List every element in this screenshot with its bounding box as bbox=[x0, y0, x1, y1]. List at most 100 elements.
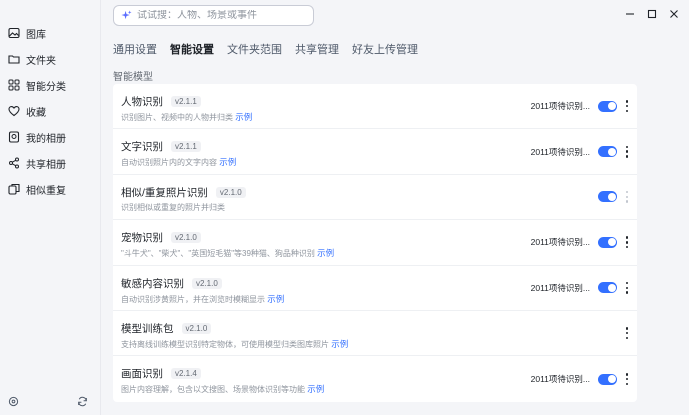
sidebar-item-shared-albums[interactable]: 共享相册 bbox=[0, 152, 100, 174]
list-item: 画面识别 v2.1.4 图片内容理解，包含以文搜图、场景物体识别等功能 示例 2… bbox=[113, 356, 637, 401]
model-title: 人物识别 bbox=[121, 96, 163, 108]
sidebar-item-label: 收藏 bbox=[26, 107, 46, 119]
folder-icon bbox=[8, 55, 20, 64]
sidebar-item-label: 图库 bbox=[26, 29, 46, 41]
enable-toggle[interactable] bbox=[598, 282, 617, 294]
tab-friend-upload[interactable]: 好友上传管理 bbox=[352, 41, 418, 57]
more-icon[interactable] bbox=[625, 281, 629, 294]
tab-general[interactable]: 通用设置 bbox=[113, 41, 157, 57]
more-icon[interactable] bbox=[625, 145, 629, 158]
example-link[interactable]: 示例 bbox=[267, 294, 284, 304]
model-desc-wrap: 识别相似或重复的照片并归类 bbox=[121, 202, 225, 213]
row-actions bbox=[598, 175, 629, 219]
search-input[interactable] bbox=[137, 10, 307, 21]
row-actions: 2011项待识别... bbox=[531, 356, 629, 401]
row-actions: 2011项待识别... bbox=[531, 129, 629, 173]
sidebar-item-my-albums[interactable]: 我的相册 bbox=[0, 126, 100, 148]
enable-toggle[interactable] bbox=[598, 236, 617, 248]
maximize-icon[interactable] bbox=[647, 9, 657, 19]
sidebar-item-label: 共享相册 bbox=[26, 159, 66, 171]
model-desc-wrap: "斗牛犬"、"柴犬"、"英国短毛猫"等39种猫、狗品种识别 示例 bbox=[121, 247, 334, 259]
enable-toggle[interactable] bbox=[598, 191, 617, 203]
model-desc-wrap: 支持离线训练模型识别特定物体，可使用模型归类图库照片 示例 bbox=[121, 338, 348, 350]
example-link[interactable]: 示例 bbox=[235, 112, 252, 122]
model-desc-wrap: 自动识别照片内的文字内容 示例 bbox=[121, 156, 236, 168]
model-title-wrap: 模型训练包 v2.1.0 bbox=[121, 321, 212, 336]
sidebar-footer bbox=[0, 396, 100, 407]
enable-toggle[interactable] bbox=[598, 100, 617, 112]
close-icon[interactable] bbox=[669, 9, 679, 19]
version-badge: v2.1.0 bbox=[215, 186, 246, 198]
sidebar-item-label: 我的相册 bbox=[26, 133, 66, 145]
section-label: 智能模型 bbox=[113, 72, 153, 83]
tab-smart[interactable]: 智能设置 bbox=[170, 41, 214, 57]
version-badge: v2.1.0 bbox=[192, 277, 222, 289]
sidebar-item-favorites[interactable]: 收藏 bbox=[0, 100, 100, 122]
model-desc: 识别相似或重复的照片并归类 bbox=[121, 202, 225, 212]
sync-icon[interactable] bbox=[77, 396, 88, 407]
model-title: 相似/重复照片识别 bbox=[121, 186, 208, 199]
more-icon[interactable] bbox=[625, 100, 629, 113]
model-desc: 自动识别涉黄照片，并在浏览时模糊显示 bbox=[121, 294, 265, 304]
list-item: 人物识别 v2.1.1 识别图片、视频中的人物并归类 示例 2011项待识别..… bbox=[113, 84, 637, 130]
model-title-wrap: 画面识别 v2.1.4 bbox=[121, 366, 201, 381]
list-item: 文字识别 v2.1.1 自动识别照片内的文字内容 示例 2011项待识别... bbox=[113, 129, 637, 175]
sidebar-item-label: 相似重复 bbox=[26, 185, 66, 197]
tab-folder-scope[interactable]: 文件夹范围 bbox=[227, 41, 282, 57]
sparkle-icon bbox=[121, 10, 132, 20]
version-badge: v2.1.1 bbox=[171, 141, 201, 153]
row-actions: 2011项待识别... bbox=[531, 220, 629, 264]
model-title: 宠物识别 bbox=[121, 232, 163, 245]
settings-tabs: 通用设置 智能设置 文件夹范围 共享管理 好友上传管理 bbox=[113, 41, 418, 57]
sidebar-item-smart-category[interactable]: 智能分类 bbox=[0, 74, 100, 96]
example-link[interactable]: 示例 bbox=[219, 157, 236, 167]
duplicate-icon bbox=[8, 183, 20, 195]
more-icon[interactable] bbox=[625, 373, 629, 386]
search-box[interactable] bbox=[113, 5, 314, 26]
tab-share-manage[interactable]: 共享管理 bbox=[295, 41, 339, 57]
version-badge: v2.1.1 bbox=[171, 96, 201, 107]
status-text: 2011项待识别... bbox=[530, 282, 590, 293]
row-actions: 2011项待识别... bbox=[531, 266, 629, 310]
model-desc-wrap: 图片内容理解，包含以文搜图、场景物体识别等功能 示例 bbox=[121, 383, 324, 395]
enable-toggle[interactable] bbox=[598, 146, 617, 158]
sidebar-item-gallery[interactable]: 图库 bbox=[0, 22, 100, 44]
sidebar: 图库 文件夹 智能分类 收藏 我的相册 共享相册 相似重复 bbox=[0, 0, 101, 415]
status-text: 2011项待识别... bbox=[530, 374, 590, 385]
example-link[interactable]: 示例 bbox=[331, 339, 348, 349]
settings-icon[interactable] bbox=[8, 396, 19, 407]
list-item: 敏感内容识别 v2.1.0 自动识别涉黄照片，并在浏览时模糊显示 示例 2011… bbox=[113, 266, 637, 311]
sidebar-item-similar-duplicates[interactable]: 相似重复 bbox=[0, 178, 100, 200]
status-text: 2011项待识别... bbox=[530, 237, 590, 248]
model-title-wrap: 敏感内容识别 v2.1.0 bbox=[121, 276, 222, 291]
row-actions: 2011项待识别... bbox=[531, 84, 629, 128]
model-desc: "斗牛犬"、"柴犬"、"英国短毛猫"等39种猫、狗品种识别 bbox=[121, 249, 315, 259]
album-icon bbox=[8, 131, 20, 143]
example-link[interactable]: 示例 bbox=[317, 248, 334, 258]
gallery-icon bbox=[8, 27, 20, 39]
example-link[interactable]: 示例 bbox=[307, 384, 324, 394]
model-title-wrap: 人物识别 v2.1.1 bbox=[121, 94, 201, 109]
model-title-wrap: 文字识别 v2.1.1 bbox=[121, 139, 201, 154]
heart-icon bbox=[8, 106, 20, 117]
minimize-icon[interactable] bbox=[625, 9, 635, 19]
model-title: 画面识别 bbox=[121, 368, 163, 381]
list-item: 相似/重复照片识别 v2.1.0 识别相似或重复的照片并归类 bbox=[113, 175, 637, 221]
version-badge: v2.1.0 bbox=[181, 322, 212, 334]
more-icon[interactable] bbox=[625, 327, 629, 340]
version-badge: v2.1.0 bbox=[171, 232, 201, 244]
model-desc: 支持离线训练模型识别特定物体，可使用模型归类图库照片 bbox=[121, 339, 329, 349]
model-title-wrap: 相似/重复照片识别 v2.1.0 bbox=[121, 185, 246, 200]
status-text: 2011项待识别... bbox=[530, 101, 590, 112]
model-desc: 自动识别照片内的文字内容 bbox=[121, 158, 217, 168]
model-desc: 识别图片、视频中的人物并归类 bbox=[121, 113, 233, 122]
enable-toggle[interactable] bbox=[598, 373, 617, 385]
model-desc-wrap: 自动识别涉黄照片，并在浏览时模糊显示 示例 bbox=[121, 293, 284, 305]
model-desc-wrap: 识别图片、视频中的人物并归类 示例 bbox=[121, 111, 252, 123]
grid-icon bbox=[8, 79, 20, 91]
window-controls bbox=[625, 9, 679, 19]
more-icon[interactable] bbox=[625, 236, 629, 249]
model-list: 人物识别 v2.1.1 识别图片、视频中的人物并归类 示例 2011项待识别..… bbox=[113, 84, 637, 402]
sidebar-item-folder[interactable]: 文件夹 bbox=[0, 48, 100, 70]
more-icon[interactable] bbox=[625, 190, 629, 203]
